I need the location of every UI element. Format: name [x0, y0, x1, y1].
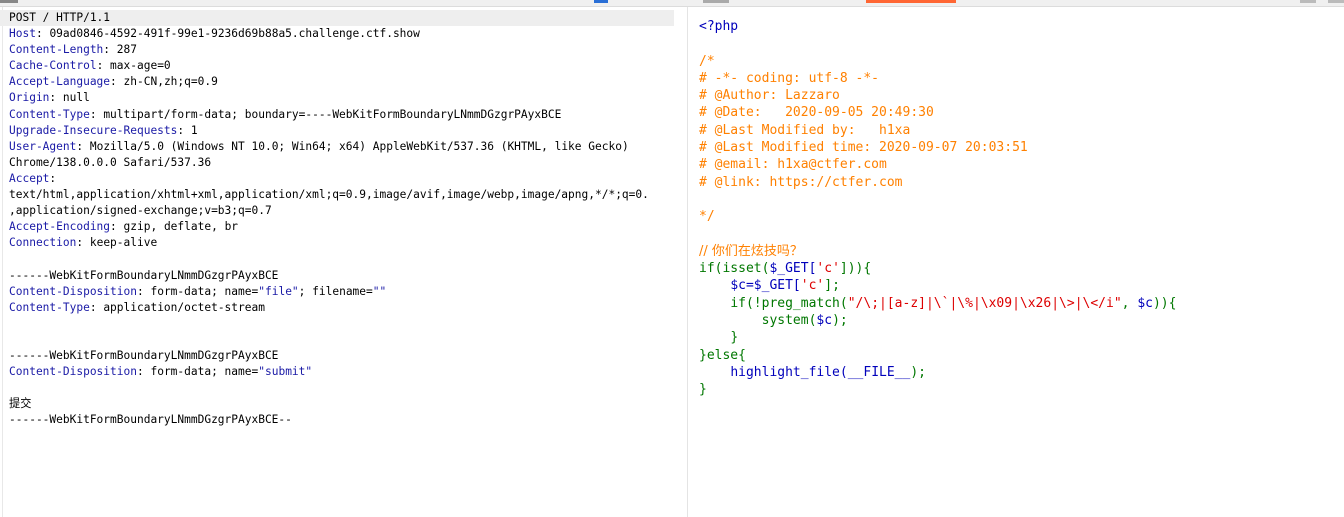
- header-host: Host: 09ad0846-4592-491f-99e1-9236d69b88…: [9, 27, 420, 41]
- toolbar-icon[interactable]: [1328, 0, 1344, 3]
- code-system: system($c);: [761, 313, 848, 329]
- header-content-type: Content-Type: multipart/form-data; bound…: [9, 107, 562, 121]
- toolbar-blue-icon[interactable]: [594, 0, 608, 3]
- toolbar-icon[interactable]: [1300, 0, 1316, 3]
- boundary-line: ------WebKitFormBoundaryLNmmDGzgrPAyxBCE: [9, 348, 279, 362]
- toolbar-tab-fragment[interactable]: [0, 0, 18, 3]
- header-content-length: Content-Length: 287: [9, 43, 137, 57]
- chinese-comment: // 你们在炫技吗？: [699, 243, 803, 259]
- code-else: }else{: [699, 347, 746, 363]
- header-user-agent: User-Agent: Mozilla/5.0 (Windows NT 10.0…: [9, 139, 629, 153]
- php-open-tag: <?php: [699, 19, 739, 34]
- header-accept-encoding: Accept-Encoding: gzip, deflate, br: [9, 220, 239, 234]
- pane-divider[interactable]: [687, 7, 688, 517]
- comment-line: # -*- coding: utf-8 -*-: [699, 70, 880, 86]
- request-editor[interactable]: POST / HTTP/1.1 Host: 09ad0846-4592-491f…: [0, 10, 686, 428]
- comment-close: */: [699, 209, 715, 225]
- response-source-view[interactable]: <?php /* # -*- coding: utf-8 -*- # @Auth…: [699, 18, 1176, 399]
- header-connection: Connection: keep-alive: [9, 236, 158, 250]
- header-accept: Accept:: [9, 171, 57, 185]
- header-accept-value: text/html,application/xhtml+xml,applicat…: [9, 188, 649, 202]
- code-preg-match: if(!preg_match("/\;|[a-z]|\`|\%|\x09|\x2…: [730, 295, 1177, 311]
- comment-line: # @Date: 2020-09-05 20:49:30: [699, 105, 934, 121]
- header-upgrade-insecure: Upgrade-Insecure-Requests: 1: [9, 123, 198, 137]
- comment-line: # @Last Modified by: h1xa: [699, 122, 911, 138]
- code-assign: $c=$_GET['c'];: [730, 278, 840, 294]
- header-user-agent-wrap: Chrome/138.0.0.0 Safari/537.36: [9, 155, 212, 169]
- code-highlight-file: highlight_file(__FILE__);: [730, 364, 926, 380]
- toolbar-tab-fragment[interactable]: [703, 0, 729, 3]
- code-if-isset: if(isset($_GET['c'])){: [699, 261, 872, 277]
- header-cache-control: Cache-Control: max-age=0: [9, 59, 171, 73]
- header-accept-value-wrap: ,application/signed-exchange;v=b3;q=0.7: [9, 204, 272, 218]
- part2-value: 提交: [9, 397, 32, 411]
- comment-line: # @Author: Lazzaro: [699, 88, 840, 104]
- closing-boundary: ------WebKitFormBoundaryLNmmDGzgrPAyxBCE…: [9, 413, 292, 427]
- comment-line: # @Last Modified time: 2020-09-07 20:03:…: [699, 140, 1028, 156]
- request-line: POST / HTTP/1.1: [0, 10, 674, 27]
- header-origin: Origin: null: [9, 91, 90, 105]
- comment-line: # @link: https://ctfer.com: [699, 174, 903, 190]
- top-toolbar: [0, 0, 1344, 7]
- header-accept-language: Accept-Language: zh-CN,zh;q=0.9: [9, 75, 218, 89]
- code-brace: }: [699, 382, 707, 398]
- comment-line: # @email: h1xa@ctfer.com: [699, 157, 887, 173]
- code-brace: }: [730, 330, 739, 346]
- part1-content-type: Content-Type: application/octet-stream: [9, 300, 265, 314]
- toolbar-active-tab-indicator[interactable]: [866, 0, 956, 3]
- boundary-line: ------WebKitFormBoundaryLNmmDGzgrPAyxBCE: [9, 268, 279, 282]
- comment-open: /*: [699, 53, 715, 69]
- part1-disposition: Content-Disposition: form-data; name="fi…: [9, 284, 387, 298]
- part2-disposition: Content-Disposition: form-data; name="su…: [9, 365, 313, 379]
